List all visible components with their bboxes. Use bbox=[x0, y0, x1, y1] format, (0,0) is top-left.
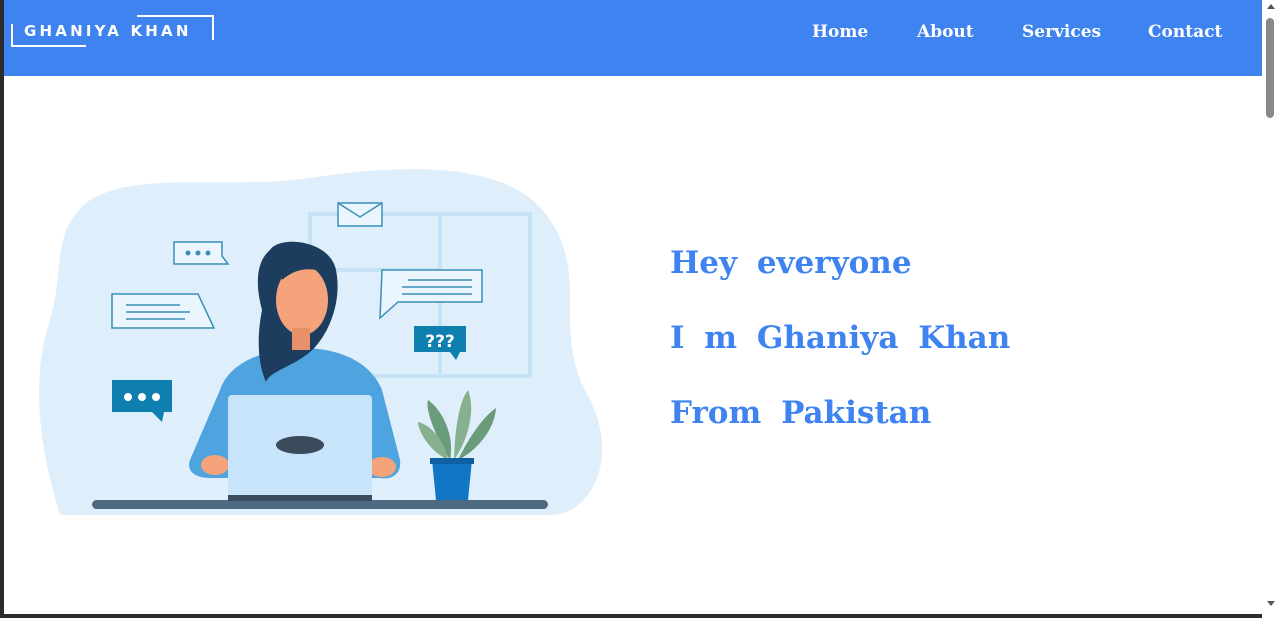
laptop-icon bbox=[228, 395, 372, 497]
scroll-up-arrow-icon[interactable] bbox=[1267, 4, 1275, 9]
hero-illustration: ??? bbox=[30, 160, 610, 530]
laptop-base bbox=[228, 495, 372, 501]
hero-name: I m Ghaniya Khan bbox=[670, 320, 1011, 356]
hero-text: Hey everyone I m Ghaniya Khan From Pakis… bbox=[670, 240, 1230, 465]
scroll-down-arrow-icon[interactable] bbox=[1267, 601, 1275, 606]
message-bubble-icon bbox=[111, 293, 216, 329]
hero-location: From Pakistan bbox=[670, 395, 932, 431]
woman-at-laptop-illustration: ??? bbox=[39, 169, 603, 515]
nav-link-services[interactable]: Services bbox=[1022, 21, 1101, 43]
vertical-scrollbar[interactable] bbox=[1262, 0, 1280, 618]
scroll-thumb[interactable] bbox=[1266, 18, 1274, 118]
main-nav: Home About Services Contact bbox=[4, 21, 1262, 43]
hero-greeting: Hey everyone bbox=[670, 245, 912, 281]
page: GHANIYA KHAN Home About Services Contact bbox=[4, 0, 1262, 614]
logo-frame-top bbox=[137, 15, 214, 17]
envelope-icon bbox=[337, 202, 383, 227]
nav-link-about[interactable]: About bbox=[917, 21, 974, 43]
logo-frame-bottom bbox=[11, 45, 86, 47]
navbar: GHANIYA KHAN Home About Services Contact bbox=[4, 0, 1262, 76]
nav-link-contact[interactable]: Contact bbox=[1148, 21, 1222, 43]
nav-link-home[interactable]: Home bbox=[812, 21, 868, 43]
desk bbox=[92, 500, 548, 509]
chat-dots-icon bbox=[173, 241, 230, 265]
svg-text:???: ??? bbox=[425, 332, 455, 352]
